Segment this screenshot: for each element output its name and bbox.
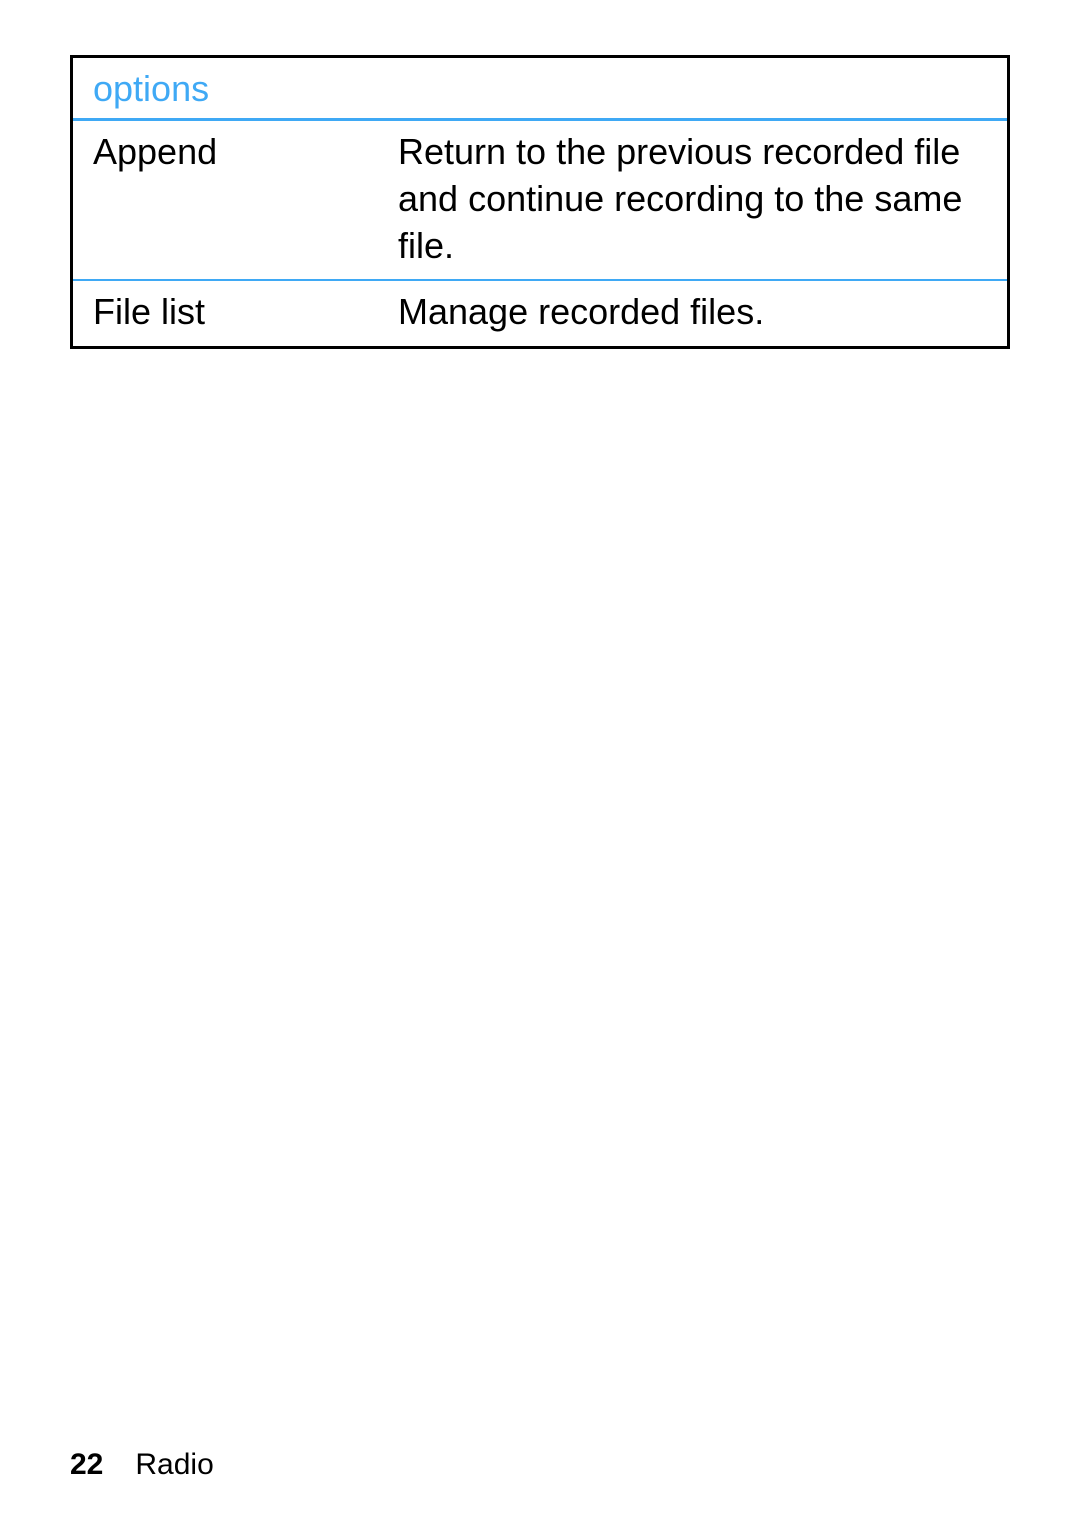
page-number: 22 — [70, 1448, 103, 1482]
row-description-append: Return to the previous recorded file and… — [398, 129, 987, 269]
table-row: Append Return to the previous recorded f… — [73, 121, 1007, 281]
page-container: options Append Return to the previous re… — [0, 0, 1080, 349]
row-label-append: Append — [93, 129, 398, 269]
table-row: File list Manage recorded files. — [73, 281, 1007, 346]
row-label-filelist: File list — [93, 289, 398, 336]
page-footer: 22 Radio — [70, 1448, 214, 1482]
table-header-text: options — [93, 68, 209, 109]
options-table: options Append Return to the previous re… — [70, 55, 1010, 349]
row-description-filelist: Manage recorded files. — [398, 289, 987, 336]
section-name: Radio — [135, 1448, 213, 1482]
table-header: options — [73, 58, 1007, 121]
